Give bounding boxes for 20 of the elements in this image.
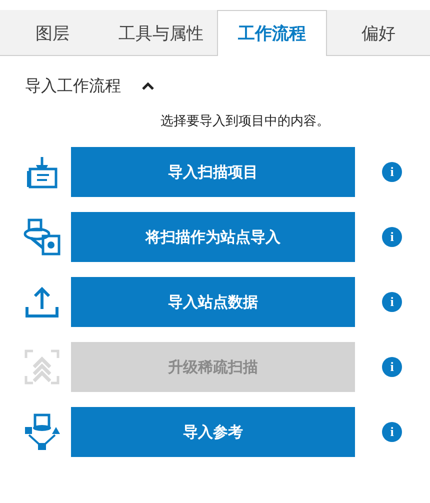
info-icon[interactable]: i [382, 227, 402, 247]
section-title: 导入工作流程 [25, 76, 121, 96]
action-button[interactable]: 导入站点数据 [71, 277, 355, 327]
tab[interactable]: 偏好 [326, 10, 430, 55]
action-button[interactable]: 将扫描作为站点导入 [71, 212, 355, 262]
tab[interactable]: 工作流程 [216, 10, 327, 56]
action-button[interactable]: 导入扫描项目 [71, 147, 355, 197]
scanner-station-icon [22, 218, 60, 256]
section-description: 选择要导入到项目中的内容。 [160, 114, 330, 129]
tab[interactable]: 图层 [0, 10, 106, 55]
info-icon[interactable]: i [382, 292, 402, 312]
reference-network-icon [22, 413, 60, 451]
collapse-chevron-icon[interactable] [141, 81, 155, 91]
tab[interactable]: 工具与属性 [105, 10, 217, 55]
info-icon[interactable]: i [382, 162, 402, 182]
upgrade-chevrons-icon [24, 349, 60, 385]
upload-icon [24, 285, 60, 319]
scanner-document-icon [24, 155, 58, 189]
action-button[interactable]: 导入参考 [71, 407, 355, 457]
info-icon[interactable]: i [382, 422, 402, 442]
